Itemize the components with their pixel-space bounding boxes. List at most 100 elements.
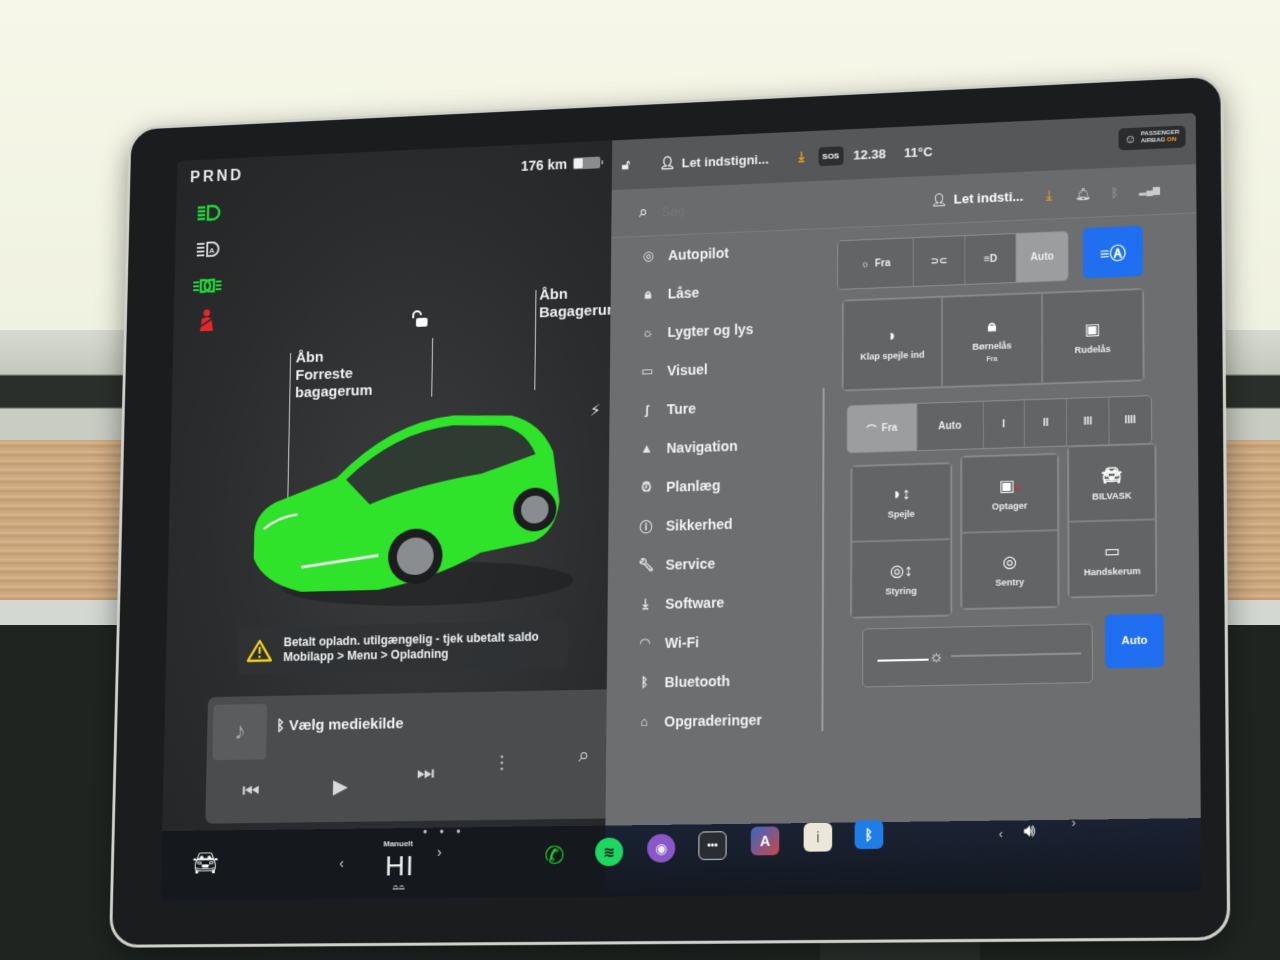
menu-label: Service [665,554,716,573]
car-button[interactable]: 🚘︎ [192,850,219,876]
glovebox-button[interactable]: ▭ Handskerum [1068,519,1157,598]
profile-icon: 👤︎ [930,191,948,208]
menu-item-software[interactable]: ⤓ Software [607,580,822,624]
unlock-car-button[interactable] [411,309,431,334]
menu-label: Ture [666,399,696,417]
media-page-indicator[interactable]: ● ● ● [423,826,466,836]
menu-item-safety[interactable]: ⓘ Sikkerhed [608,501,823,546]
steering-adjust-button[interactable]: ◎↕ Styring [851,539,952,618]
auto-high-beam-toggle[interactable]: ≡Ⓐ [1082,225,1143,279]
settings-search-input[interactable] [661,196,841,220]
more-apps[interactable]: ••• [698,831,727,861]
app-launcher [604,818,1202,897]
sentry-button[interactable]: ◎ Sentry [961,530,1059,609]
volume-down-button[interactable]: ‹ [999,827,1003,842]
phone-app[interactable]: ✆ [540,841,568,870]
fold-mirrors-button[interactable]: ◗ Klap spejle ind [842,296,943,391]
seat-heater-icon[interactable]: ⌓⌓ [392,882,405,892]
tile-label: Sentry [995,576,1025,588]
bluetooth-app-icon: ᛒ [854,820,884,850]
climate-temperature[interactable]: HI [385,850,415,882]
media-source-selector[interactable]: ᛒ Vælg mediekilde [276,715,403,734]
headlights-off-option[interactable]: ☼ Fra [838,238,915,289]
lock-status-icon[interactable]: 🔓︎ [622,157,630,173]
more-icon: ••• [698,831,727,861]
steering-wheel-icon: ◎ [642,247,655,263]
option-label: III [1083,415,1093,428]
glovebox-icon: ▭ [1104,542,1121,561]
child-lock-button[interactable]: 🔒︎ Børnelås Fra [942,293,1043,388]
bluetooth-icon: ᛒ [640,674,649,690]
lte-signal-icon: ▂▄▆ [1139,184,1161,196]
sos-button[interactable]: SOS [818,145,844,166]
wiper-icon: ⌒ [866,424,877,437]
charge-port-button[interactable]: ⚡︎ [590,401,601,421]
dashcam-button[interactable]: ▣● Optager [961,453,1059,533]
wiper-speed-1-option[interactable]: I [983,400,1026,449]
menu-item-upgrades[interactable]: ⌂ Opgraderinger [606,698,822,741]
media-search-button[interactable]: ⌕ [578,744,589,767]
play-button[interactable]: ▶︎ [333,774,348,799]
menu-label: Visuel [667,360,708,379]
driver-profile-button[interactable]: Let indsti... [954,189,1024,207]
next-track-button[interactable]: ⏭︎ [417,763,435,786]
brightness-thumb-icon[interactable]: ☼ [929,648,944,667]
headlights-auto-option[interactable]: Auto [1016,231,1068,282]
software-update-icon[interactable]: ⤓ [799,149,805,165]
tile-label: Optager [991,500,1028,512]
brightness-auto-button[interactable]: Auto [1105,613,1164,669]
menu-label: Autopilot [668,244,729,263]
download-icon[interactable]: ⤓ [1046,186,1052,203]
mirror-adjust-button[interactable]: ◗↕ Spejle [851,463,952,542]
window-lock-button[interactable]: ▣ Rudelås [1042,289,1144,384]
menu-label: Wi-Fi [664,633,700,651]
sun-icon: ☼ [860,258,870,270]
bell-icon[interactable]: 🔔︎ [1075,186,1091,201]
wiper-off-option[interactable]: ⌒ Fra [847,403,918,453]
volume-icon[interactable]: 🔊︎ [1024,820,1036,842]
headlight-selector: ☼ Fra ⊃⊂ ≡D Auto [837,230,1069,290]
option-label: Fra [874,257,891,270]
tile-label: Spejle [887,508,915,520]
trunk-leader-line [534,290,537,391]
open-trunk-button[interactable]: Åbn Bagagerum [539,284,620,322]
menu-item-wifi[interactable]: ◠ Wi-Fi [607,619,823,663]
menu-item-service[interactable]: 🔧︎ Service [608,541,823,586]
parking-lights-option[interactable]: ⊃⊂ [914,236,966,286]
volume-up-button[interactable]: › [1072,816,1076,831]
bluetooth-app[interactable]: ᛒ [854,820,884,850]
menu-scrollbar[interactable] [821,388,825,731]
menu-item-schedule[interactable]: ⏰︎ Planlæg [609,462,824,507]
controls-panel: ☼ Fra ⊃⊂ ≡D Auto ≡Ⓐ ◗ Klap spejle ind 🔒︎ Bø… [835,214,1193,823]
release-notes-app[interactable]: i [803,822,833,852]
previous-track-button[interactable]: ⏮︎ [242,780,260,803]
wiper-auto-option[interactable]: Auto [917,401,984,451]
wiper-speed-4-option[interactable]: IIII [1109,396,1152,445]
settings-panel: 🔓︎ 👤︎ Let indstigni... ⤓ SOS 12.38 11°C … [605,112,1201,826]
charging-alert[interactable]: Betalt opladn. utilgængelig - tjek ubeta… [237,620,568,675]
bluetooth-status-icon[interactable]: ᛒ [1111,185,1118,199]
climate-increase-button[interactable]: › [437,844,442,860]
car-wash-button[interactable]: 🚘︎ BILVASK [1068,443,1156,522]
menu-item-bluetooth[interactable]: ᛒ Bluetooth [607,659,823,703]
camera-icon: ◉ [647,833,676,863]
search-icon: ⌕ [638,203,648,221]
passenger-airbag-status: ☺ PASSENGER AIRBAG ON [1117,125,1186,151]
option-label: II [1042,417,1049,429]
menu-label: Software [665,593,725,612]
wiper-speed-3-option[interactable]: III [1067,397,1110,446]
equalizer-button[interactable]: ⫶ [499,753,504,776]
shopping-bag-icon: ⌂ [640,713,649,730]
profile-icon: 👤︎ [659,155,676,171]
camera-app[interactable]: ◉ [647,833,676,863]
climate-decrease-button[interactable]: ‹ [339,855,344,871]
low-beam-option[interactable]: ≡D [965,233,1017,284]
touchscreen-bezel: PRND A 176 km Åbn Forreste bagagerum Åbn… [109,73,1231,948]
phone-icon: ✆ [544,841,565,870]
toybox-app[interactable]: A [750,826,780,856]
menu-item-navigation[interactable]: ▲ Navigation [609,423,824,469]
spotify-app[interactable]: ≋ [595,837,624,867]
driver-profile-top[interactable]: Let indstigni... [682,151,769,170]
brightness-slider[interactable]: ☼ [862,623,1093,688]
wiper-speed-2-option[interactable]: II [1025,398,1068,447]
